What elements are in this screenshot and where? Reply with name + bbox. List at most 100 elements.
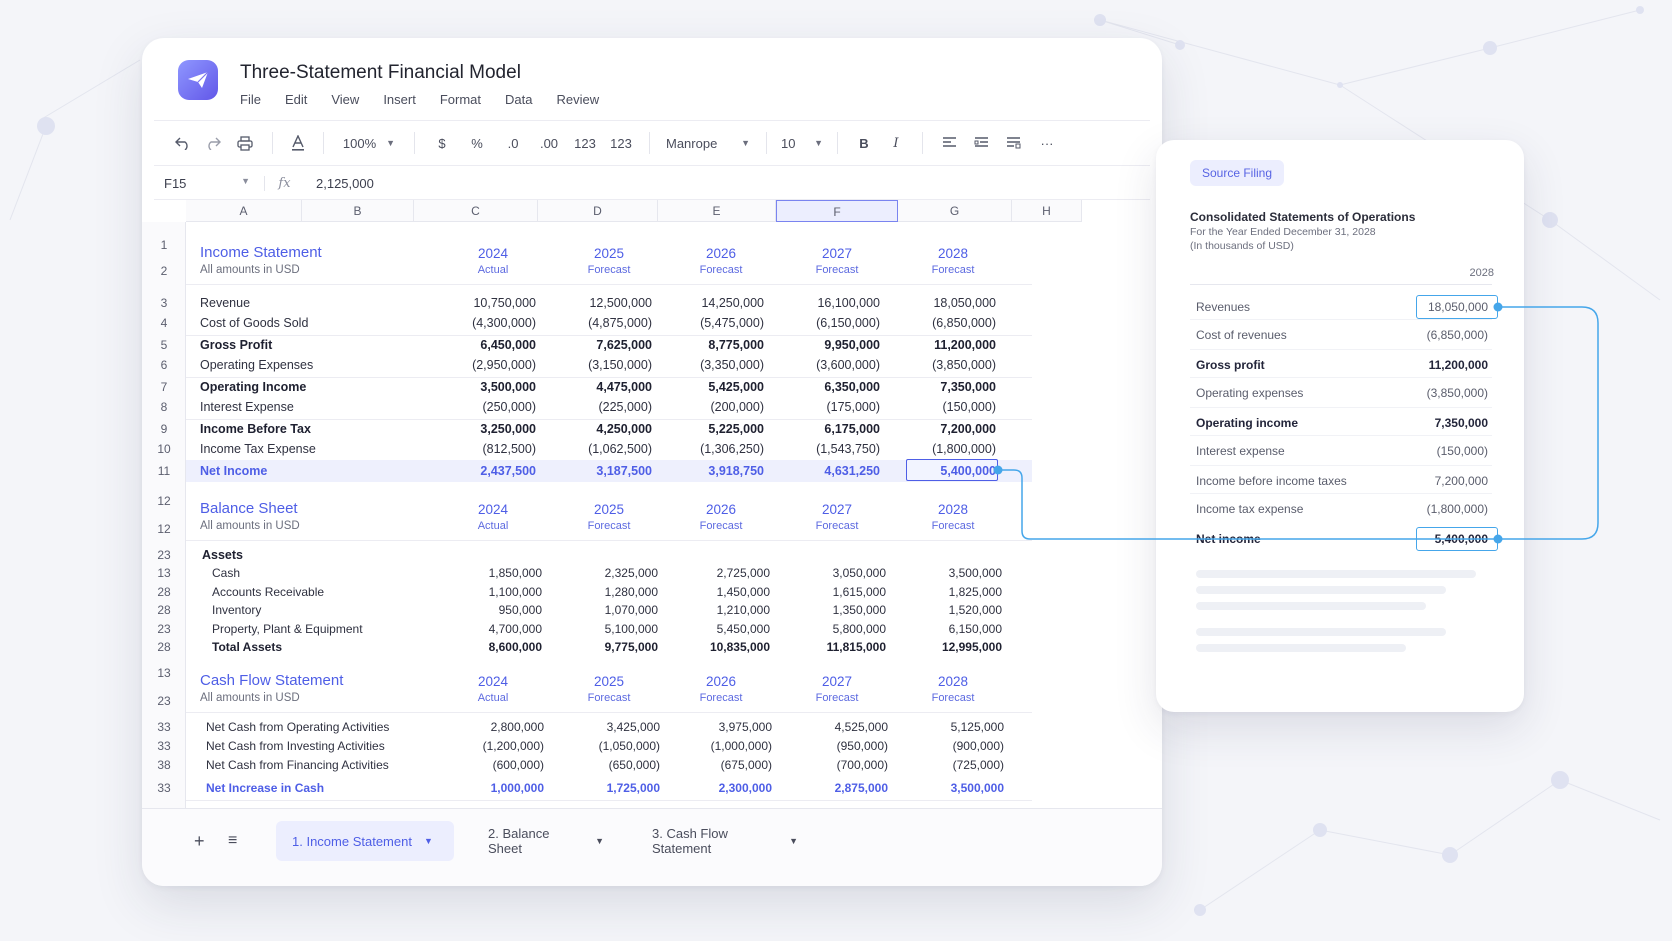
value-cell[interactable]: (900,000) (894, 739, 1004, 753)
value-cell[interactable]: 1,850,000 (432, 566, 542, 580)
menu-insert[interactable]: Insert (383, 92, 416, 107)
value-cell[interactable]: 3,050,000 (776, 566, 886, 580)
menu-view[interactable]: View (331, 92, 359, 107)
wrap-text-icon[interactable] (997, 129, 1029, 157)
value-cell[interactable]: (3,350,000) (654, 358, 764, 372)
value-cell[interactable]: 1,350,000 (776, 603, 886, 617)
row-header[interactable]: 2 (142, 264, 186, 278)
row-header[interactable]: 28 (142, 585, 186, 599)
print-icon[interactable] (228, 129, 262, 157)
value-cell[interactable]: 4,250,000 (542, 422, 652, 436)
value-cell[interactable]: 3,975,000 (662, 720, 772, 734)
row-header[interactable]: 28 (142, 603, 186, 617)
italic-button[interactable]: I (880, 129, 912, 157)
value-cell[interactable]: (725,000) (894, 758, 1004, 772)
value-cell[interactable]: 3,250,000 (426, 422, 536, 436)
percent-format-button[interactable]: % (459, 129, 495, 157)
value-cell[interactable]: 8,600,000 (432, 640, 542, 654)
value-cell[interactable]: 9,775,000 (548, 640, 658, 654)
value-cell[interactable]: (1,800,000) (886, 442, 996, 456)
value-cell[interactable]: (175,000) (770, 400, 880, 414)
value-cell[interactable]: 11,200,000 (886, 338, 996, 352)
row-header[interactable]: 3 (142, 296, 186, 310)
row-header[interactable]: 23 (142, 622, 186, 636)
value-cell[interactable]: 5,225,000 (654, 422, 764, 436)
value-cell[interactable]: 3,500,000 (892, 566, 1002, 580)
value-cell[interactable]: 14,250,000 (654, 296, 764, 310)
value-cell[interactable]: 3,500,000 (894, 781, 1004, 795)
value-cell[interactable]: 5,100,000 (548, 622, 658, 636)
value-cell[interactable]: 7,200,000 (886, 422, 996, 436)
value-cell[interactable]: 6,350,000 (770, 380, 880, 394)
value-cell[interactable]: 1,070,000 (548, 603, 658, 617)
value-cell[interactable]: 1,000,000 (434, 781, 544, 795)
row-header[interactable]: 33 (142, 720, 186, 734)
value-cell[interactable]: 2,800,000 (434, 720, 544, 734)
value-cell[interactable]: 16,100,000 (770, 296, 880, 310)
value-cell[interactable]: (3,600,000) (770, 358, 880, 372)
row-header[interactable]: 5 (142, 338, 186, 352)
value-cell[interactable]: 4,700,000 (432, 622, 542, 636)
value-cell[interactable]: 3,918,750 (654, 464, 764, 478)
row-header[interactable]: 13 (142, 666, 186, 680)
value-cell[interactable]: (250,000) (426, 400, 536, 414)
value-cell[interactable]: (1,306,250) (654, 442, 764, 456)
value-cell[interactable]: 11,815,000 (776, 640, 886, 654)
sheet-list-button[interactable]: ≡ (212, 821, 253, 861)
value-cell[interactable]: 2,325,000 (548, 566, 658, 580)
value-cell[interactable]: 6,450,000 (426, 338, 536, 352)
more-formats-button[interactable]: 123 (603, 129, 639, 157)
number-format-button[interactable]: 123 (567, 129, 603, 157)
value-cell[interactable]: (6,850,000) (886, 316, 996, 330)
value-cell[interactable]: 5,450,000 (660, 622, 770, 636)
value-cell[interactable]: (1,200,000) (434, 739, 544, 753)
value-cell[interactable]: 4,525,000 (778, 720, 888, 734)
value-cell[interactable]: 9,950,000 (770, 338, 880, 352)
column-header-b[interactable]: B (302, 200, 414, 222)
value-cell[interactable]: 1,615,000 (776, 585, 886, 599)
cell-reference-box[interactable]: F15 ▼ (154, 176, 264, 191)
column-header-g[interactable]: G (898, 200, 1012, 222)
value-cell[interactable]: 2,300,000 (662, 781, 772, 795)
row-header[interactable]: 8 (142, 400, 186, 414)
undo-icon[interactable] (168, 129, 198, 157)
value-cell[interactable]: 1,725,000 (550, 781, 660, 795)
row-header[interactable]: 11 (142, 464, 186, 478)
value-cell[interactable]: (3,850,000) (886, 358, 996, 372)
row-header[interactable]: 7 (142, 380, 186, 394)
value-cell[interactable]: (3,150,000) (542, 358, 652, 372)
row-header[interactable]: 23 (142, 548, 186, 562)
text-color-icon[interactable] (283, 129, 313, 157)
value-cell[interactable]: 2,437,500 (426, 464, 536, 478)
row-header[interactable]: 23 (142, 694, 186, 708)
value-cell[interactable]: 4,475,000 (542, 380, 652, 394)
value-cell[interactable]: 5,425,000 (654, 380, 764, 394)
redo-icon[interactable] (198, 129, 228, 157)
value-cell[interactable]: 1,280,000 (548, 585, 658, 599)
column-header-a[interactable]: A (186, 200, 302, 222)
font-size-select[interactable]: 10 ▼ (777, 129, 827, 157)
menu-format[interactable]: Format (440, 92, 481, 107)
column-header-f[interactable]: F (776, 200, 898, 222)
value-cell[interactable]: 3,500,000 (426, 380, 536, 394)
tab-income-statement[interactable]: 1. Income Statement ▼ (276, 821, 454, 861)
value-cell[interactable]: (200,000) (654, 400, 764, 414)
align-right-icon[interactable] (965, 129, 997, 157)
value-cell[interactable]: (812,500) (426, 442, 536, 456)
value-cell[interactable]: 12,500,000 (542, 296, 652, 310)
row-header[interactable]: 33 (142, 739, 186, 753)
value-cell[interactable]: 12,995,000 (892, 640, 1002, 654)
row-header[interactable]: 12 (142, 494, 186, 508)
value-cell[interactable]: (1,050,000) (550, 739, 660, 753)
value-cell[interactable]: 5,125,000 (894, 720, 1004, 734)
formula-input[interactable]: 2,125,000 (304, 176, 374, 191)
value-cell[interactable]: 10,750,000 (426, 296, 536, 310)
value-cell[interactable]: 3,425,000 (550, 720, 660, 734)
value-cell[interactable]: (650,000) (550, 758, 660, 772)
value-cell[interactable]: (675,000) (662, 758, 772, 772)
row-header[interactable]: 6 (142, 358, 186, 372)
bold-button[interactable]: B (848, 129, 880, 157)
currency-format-button[interactable]: $ (425, 129, 459, 157)
row-header[interactable]: 33 (142, 781, 186, 795)
value-cell[interactable]: 6,150,000 (892, 622, 1002, 636)
